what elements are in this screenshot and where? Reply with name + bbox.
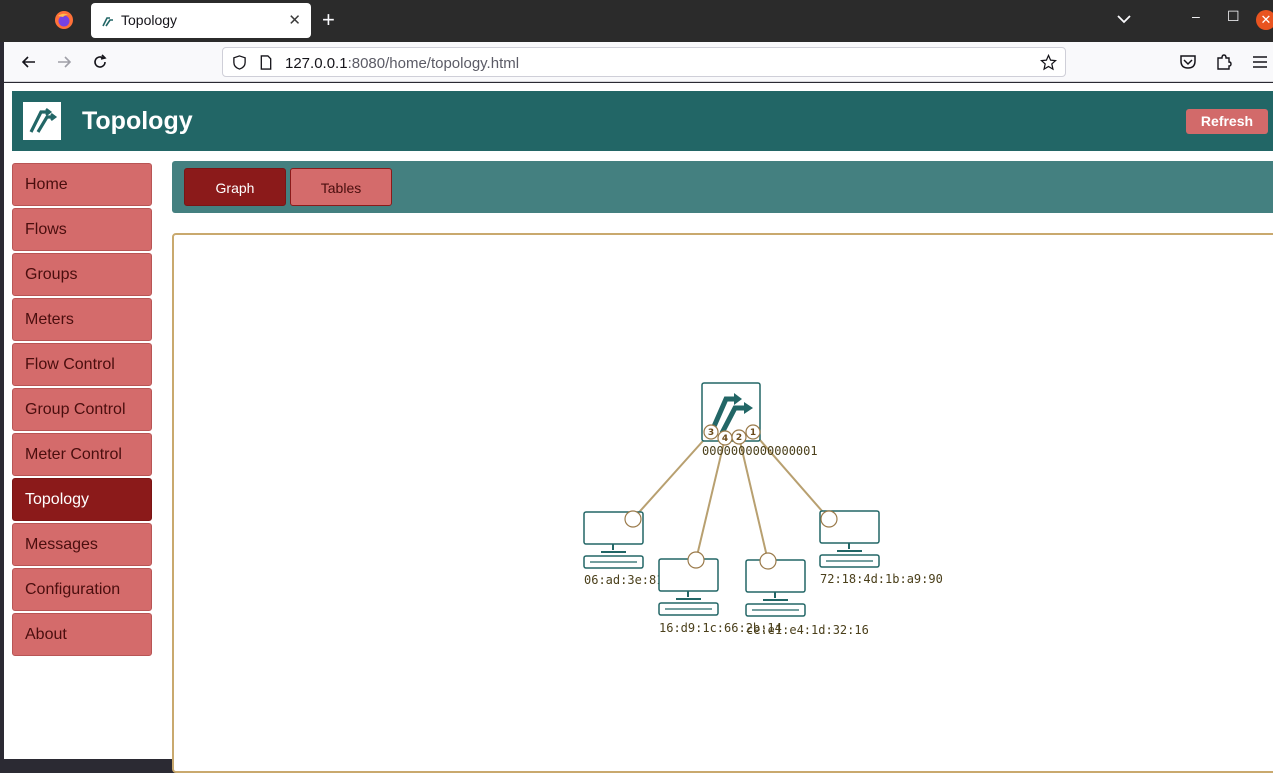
sidebar-item-flow-control[interactable]: Flow Control bbox=[12, 343, 152, 386]
switch-port-label: 1 bbox=[750, 428, 756, 438]
monitor-stand-icon bbox=[601, 544, 626, 553]
page-icon[interactable] bbox=[259, 55, 273, 70]
host-node[interactable] bbox=[745, 559, 806, 617]
switch-port-label: 3 bbox=[708, 428, 714, 438]
reload-icon[interactable] bbox=[91, 53, 109, 71]
host-port[interactable] bbox=[687, 551, 705, 569]
page-title: Topology bbox=[82, 107, 193, 135]
url-host: 127.0.0.1 bbox=[285, 55, 348, 72]
sidebar-item-meters[interactable]: Meters bbox=[12, 298, 152, 341]
address-bar[interactable]: 127.0.0.1:8080/home/topology.html bbox=[222, 47, 1066, 77]
topology-graph-panel[interactable]: 0000000000000001 3 4 2 1 06:ad:3e:81:ba:15 16:… bbox=[172, 233, 1273, 773]
app-header: Topology Refresh bbox=[12, 91, 1273, 151]
page-content: Topology Refresh Home Flows Groups Meters Fl… bbox=[4, 83, 1273, 773]
tab-tables[interactable]: Tables bbox=[290, 168, 392, 206]
sidebar-nav: Home Flows Groups Meters Flow Control Group C… bbox=[12, 163, 152, 658]
browser-tab-topology[interactable]: Topology ✕ bbox=[91, 3, 311, 38]
host-node[interactable] bbox=[658, 558, 719, 616]
tab-title: Topology bbox=[121, 12, 178, 28]
browser-tab-strip: Topology ✕ + – ☐ ✕ bbox=[0, 0, 1273, 42]
topology-graph[interactable]: 000000000000000134 2 106:ad:3e:81:ba:1516:… bbox=[174, 235, 1273, 771]
tab-graph[interactable]: Graph bbox=[184, 168, 286, 206]
new-tab-icon[interactable]: + bbox=[322, 7, 335, 33]
pocket-icon[interactable] bbox=[1179, 53, 1197, 71]
sidebar-item-messages[interactable]: Messages bbox=[12, 523, 152, 566]
url-path: :8080/home/topology.html bbox=[347, 55, 520, 72]
host-port[interactable] bbox=[820, 510, 838, 528]
link-line bbox=[632, 431, 712, 520]
sidebar-item-meter-control[interactable]: Meter Control bbox=[12, 433, 152, 476]
tab-close-icon[interactable]: ✕ bbox=[288, 11, 301, 29]
host-mac-label: 72:18:4d:1b:a9:90 bbox=[820, 572, 943, 586]
switch-id-label: 0000000000000001 bbox=[702, 444, 818, 458]
app-logo-icon bbox=[29, 108, 58, 133]
minimize-icon[interactable]: – bbox=[1192, 8, 1200, 24]
star-bookmark-icon[interactable] bbox=[1040, 54, 1057, 71]
monitor-stand-icon bbox=[763, 592, 788, 601]
sidebar-item-groups[interactable]: Groups bbox=[12, 253, 152, 296]
refresh-button[interactable]: Refresh bbox=[1186, 109, 1268, 134]
app-logo bbox=[23, 102, 61, 140]
sidebar-item-flows[interactable]: Flows bbox=[12, 208, 152, 251]
sidebar-item-about[interactable]: About bbox=[12, 613, 152, 656]
hamburger-menu-icon[interactable] bbox=[1251, 53, 1269, 71]
switch-port-label: 2 bbox=[736, 433, 742, 443]
sidebar-item-topology[interactable]: Topology bbox=[12, 478, 152, 521]
sidebar-item-group-control[interactable]: Group Control bbox=[12, 388, 152, 431]
host-port[interactable] bbox=[624, 510, 642, 528]
monitor-stand-icon bbox=[676, 591, 701, 600]
chevron-down-icon[interactable] bbox=[1115, 10, 1133, 28]
maximize-icon[interactable]: ☐ bbox=[1227, 8, 1240, 25]
host-port[interactable] bbox=[759, 552, 777, 570]
browser-navigation-bar: 127.0.0.1:8080/home/topology.html bbox=[4, 42, 1273, 82]
url-text[interactable]: 127.0.0.1:8080/home/topology.html bbox=[285, 55, 519, 72]
forward-arrow-icon[interactable] bbox=[55, 53, 73, 71]
site-favicon-icon bbox=[102, 17, 113, 27]
host-mac-label: ce:e1:e4:1d:32:16 bbox=[746, 623, 869, 637]
switch-port-label: 4 bbox=[722, 434, 728, 444]
extensions-puzzle-icon[interactable] bbox=[1215, 53, 1233, 71]
shield-icon[interactable] bbox=[232, 55, 247, 70]
sidebar-item-configuration[interactable]: Configuration bbox=[12, 568, 152, 611]
window-close-icon[interactable]: ✕ bbox=[1256, 10, 1273, 30]
firefox-logo-icon[interactable] bbox=[54, 10, 74, 30]
back-arrow-icon[interactable] bbox=[20, 53, 38, 71]
monitor-stand-icon bbox=[837, 543, 862, 552]
sidebar-item-home[interactable]: Home bbox=[12, 163, 152, 206]
view-tabs-bar: Graph Tables bbox=[172, 161, 1273, 213]
